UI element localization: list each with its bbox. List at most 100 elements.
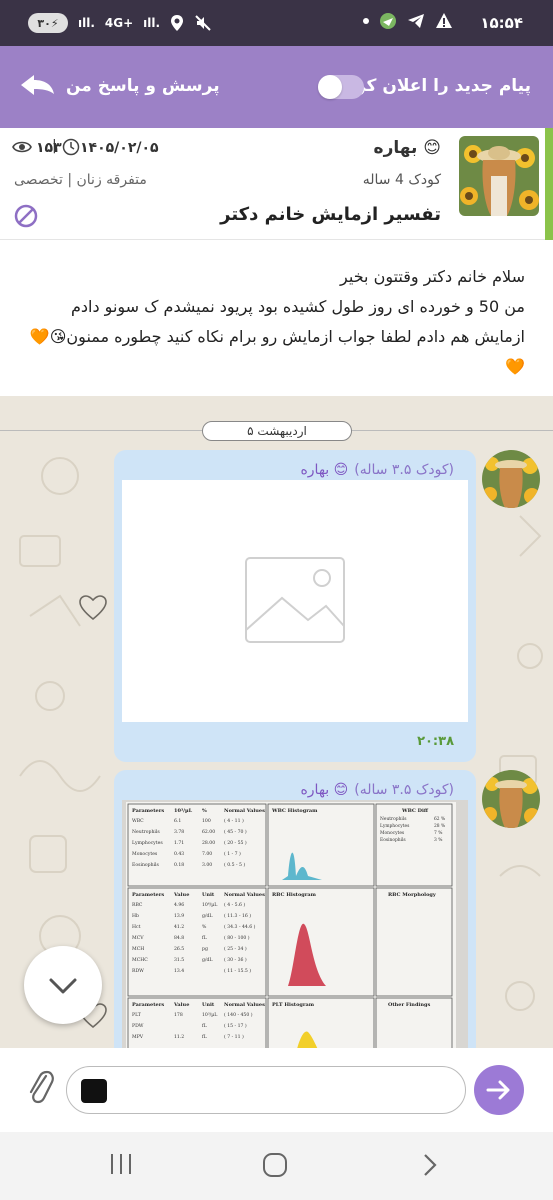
report-diff-label: Neutrophils (380, 817, 407, 822)
report-cell: 3.78 (174, 829, 184, 835)
report-header-cell: Normal Values (224, 892, 265, 898)
report-diff-label: Eosinophils (380, 838, 406, 843)
message-sender: بهاره 😊 (کودک ۳.۵ ساله) (300, 782, 454, 798)
report-histogram-title: PLT Histogram (272, 1002, 315, 1008)
block-icon[interactable] (14, 204, 38, 228)
report-side-title: RBC Morphology (388, 892, 437, 898)
report-cell: ( 4 - 5.6 ) (224, 901, 245, 908)
question-text: سلام خانم دکتر وقتتون بخیر من 50 و خورده… (29, 267, 525, 376)
message-avatar[interactable] (482, 770, 540, 828)
report-cell: ( 80 - 100 ) (224, 934, 250, 941)
signal-2-icon: ıll. (143, 16, 161, 30)
page-title: پرسش و پاسخ من (66, 76, 220, 96)
location-icon (171, 15, 184, 31)
report-cell: ( 11.3 - 16 ) (224, 912, 251, 919)
report-side-title: Other Findings (388, 1002, 430, 1008)
report-header-cell: Value (173, 892, 189, 898)
message-time: ۲۰:۳۸ (417, 734, 454, 749)
report-cell: ( 140 - 450 ) (224, 1011, 253, 1018)
report-cell: MCHC (132, 957, 148, 963)
report-cell: 41.2 (174, 924, 184, 930)
report-cell: 84.8 (174, 935, 184, 941)
status-bar: ۳۰ ⚡ ıll. 4G+ ıll. ۱۵:۵۴ (0, 0, 553, 46)
report-cell: fL (202, 1034, 207, 1040)
report-cell: Eosinophils (132, 862, 160, 868)
question-child-age: کودک 4 ساله (362, 172, 441, 188)
accent-strip (545, 128, 553, 240)
lab-report-image[interactable]: Parameters 10³/µL% Normal Values WBC Histog… (122, 800, 468, 1048)
report-cell: PLT (132, 1012, 142, 1018)
report-cell: 10³/µL (202, 1012, 217, 1018)
battery-indicator: ۳۰ ⚡ (28, 13, 68, 33)
message-avatar[interactable] (482, 450, 540, 508)
signal-icon: ıll. (78, 16, 95, 30)
report-cell: 31.5 (174, 957, 184, 963)
send-button[interactable] (474, 1065, 524, 1115)
system-nav-bar (0, 1132, 553, 1200)
report-cell: 13.4 (174, 968, 184, 974)
report-cell: MCV (132, 935, 144, 941)
report-cell: MCH (132, 946, 144, 952)
report-cell: ( 20 - 55 ) (224, 839, 247, 846)
image-attachment[interactable] (122, 480, 468, 722)
report-cell: 26.5 (174, 946, 184, 952)
report-cell: ( 45 - 70 ) (224, 828, 247, 835)
report-cell: RBC (132, 902, 143, 908)
warning-icon (436, 13, 452, 28)
sender-name: بهاره 😊 (300, 462, 349, 478)
view-count: ۱۵۳ (36, 140, 62, 156)
back-nav-icon[interactable] (420, 1152, 440, 1178)
lab-report-photo: Parameters 10³/µL% Normal Values WBC Histog… (126, 802, 456, 1048)
app-notification-icon (380, 13, 396, 29)
report-diff-value: 28 % (434, 824, 445, 829)
home-icon[interactable] (262, 1152, 290, 1178)
scroll-down-button[interactable] (24, 946, 102, 1024)
report-cell: 6.1 (174, 818, 181, 824)
telegram-icon (408, 14, 424, 28)
report-cell: 28.00 (202, 840, 215, 846)
report-diff-title: WBC Diff (401, 808, 429, 814)
report-diff-label: Monocytes (380, 831, 405, 836)
report-diff-label: Lymphocytes (380, 824, 410, 829)
paperclip-icon[interactable] (26, 1068, 54, 1108)
message-sender: بهاره 😊 (کودک ۳.۵ ساله) (300, 462, 454, 478)
report-cell: 13.9 (174, 913, 184, 919)
message-bubble[interactable]: بهاره 😊 (کودک ۳.۵ ساله) Parameters 10³/µL… (114, 770, 476, 1048)
author-avatar[interactable] (459, 136, 539, 216)
app-bar: پیام جدید را اعلان کن پرسش و پاسخ من (0, 46, 553, 128)
notify-toggle[interactable] (318, 75, 364, 99)
chevron-down-icon (49, 978, 77, 994)
back-arrow-icon[interactable] (18, 74, 58, 100)
report-cell: ( 34.3 - 44.6 ) (224, 923, 256, 930)
recent-apps-icon[interactable] (108, 1152, 134, 1176)
report-cell: 178 (174, 1012, 183, 1018)
report-cell: ( 11 - 15.5 ) (224, 967, 251, 974)
report-cell: 0.18 (174, 862, 184, 868)
report-cell: Neutrophils (132, 829, 160, 835)
report-cell: pg (202, 947, 208, 952)
report-header-cell: Unit (202, 892, 215, 898)
report-cell: ( 15 - 17 ) (224, 1022, 247, 1029)
toggle-knob (318, 75, 342, 99)
message-input[interactable] (66, 1066, 466, 1114)
report-cell: 4.96 (174, 902, 184, 908)
status-left: ۳۰ ⚡ ıll. 4G+ ıll. (28, 13, 212, 33)
report-diff-value: 62 % (434, 817, 445, 822)
report-diff-value: 3 % (434, 838, 442, 843)
report-cell: PDW (132, 1023, 144, 1029)
sender-name: بهاره 😊 (300, 782, 349, 798)
question-title: تفسیر ازمایش خانم دکتر (220, 204, 441, 225)
question-card: بهاره 😊 کودک 4 ساله تفسیر ازمایش خانم دک… (0, 128, 553, 240)
like-heart-icon[interactable] (78, 594, 108, 622)
report-histogram-title: WBC Histogram (271, 808, 318, 814)
redacted-keyboard-icon (81, 1079, 107, 1103)
report-cell: Hb (132, 913, 139, 919)
network-type: 4G+ (104, 16, 134, 30)
report-header-cell: Value (173, 1002, 189, 1008)
message-bubble[interactable]: بهاره 😊 (کودک ۳.۵ ساله) ۲۰:۳۸ (114, 450, 476, 762)
notify-label: پیام جدید را اعلان کن (351, 76, 531, 96)
report-cell: 100 (202, 818, 211, 824)
report-cell: ( 0.5 - 5 ) (224, 861, 245, 868)
report-cell: 3.00 (202, 862, 212, 868)
report-header-cell: Normal Values (224, 808, 265, 814)
